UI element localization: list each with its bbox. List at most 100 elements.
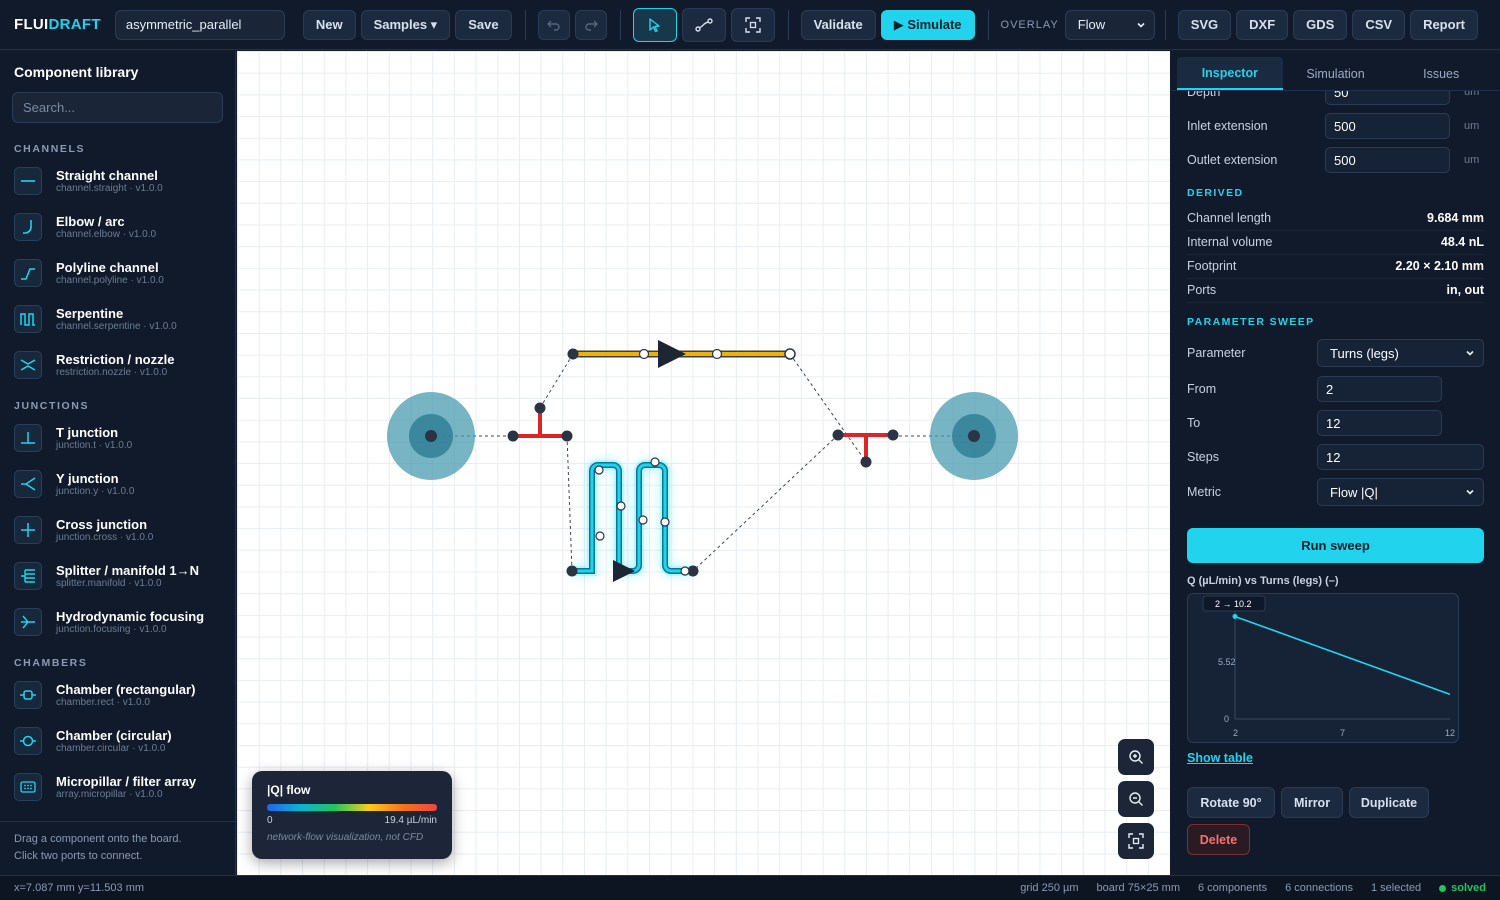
library-item-name: Y junction: [56, 470, 119, 486]
library-item-elbow[interactable]: Elbow / arc channel.elbow · v1.0.0: [14, 213, 156, 241]
export-gds-button[interactable]: GDS: [1293, 9, 1348, 40]
sweep-parameter-select[interactable]: Turns (legs): [1317, 339, 1484, 367]
tab-inspector[interactable]: Inspector: [1177, 57, 1283, 90]
library-item-name: Chamber (circular): [56, 727, 172, 743]
fit-view-tool-button[interactable]: [730, 7, 775, 42]
library-item-manifold[interactable]: Splitter / manifold 1→N splitter.manifold…: [14, 562, 199, 590]
select-value: Flow |Q|: [1330, 484, 1378, 500]
zoom-out-icon: [1129, 792, 1143, 806]
run-sweep-button[interactable]: Run sweep: [1187, 528, 1484, 563]
library-item-cross-junction[interactable]: Cross junction junction.cross · v1.0.0: [14, 516, 153, 544]
fit-view-icon: [1128, 833, 1144, 849]
legend-note: network-flow visualization, not CFD: [267, 832, 424, 843]
select-tool-button[interactable]: [632, 7, 677, 42]
circular-chamber-icon: [14, 727, 42, 755]
x-tick-label: 7: [1340, 728, 1345, 738]
simulate-button[interactable]: ▶ Simulate: [880, 9, 975, 40]
chart-tooltip: 2 → 10.2: [1215, 599, 1252, 609]
divider: [787, 9, 789, 40]
derived-heading: DERIVED: [1187, 187, 1244, 199]
fit-view-button[interactable]: [1118, 823, 1154, 859]
straight-channel[interactable]: [567, 340, 796, 368]
export-svg-button[interactable]: SVG: [1177, 9, 1232, 40]
library-item-nozzle[interactable]: Restriction / nozzle restriction.nozzle ·…: [14, 351, 174, 379]
t-junction-right[interactable]: [832, 429, 899, 468]
cross-junction-icon: [14, 516, 42, 544]
library-item-polyline[interactable]: Polyline channel channel.polyline · v1.0.…: [14, 259, 164, 287]
section-channels: CHANNELS: [14, 143, 86, 155]
library-item-micropillar[interactable]: Micropillar / filter array array.micropil…: [14, 773, 196, 801]
polyline-icon: [14, 259, 42, 287]
t-junction-left[interactable]: [507, 402, 573, 442]
library-item-circular-chamber[interactable]: Chamber (circular) chamber.circular · v1.…: [14, 727, 172, 755]
library-item-id: array.micropillar · v1.0.0: [56, 788, 163, 800]
sweep-to-input[interactable]: 12: [1317, 410, 1442, 436]
sweep-metric-select[interactable]: Flow |Q|: [1317, 478, 1484, 506]
library-search-input[interactable]: Search...: [12, 92, 223, 123]
library-item-t-junction[interactable]: T junction junction.t · v1.0.0: [14, 424, 132, 452]
inlet-port[interactable]: [387, 392, 475, 480]
library-item-straight-channel[interactable]: Straight channel channel.straight · v1.0.…: [14, 167, 163, 195]
zoom-out-button[interactable]: [1118, 781, 1154, 817]
library-item-focusing[interactable]: Hydrodynamic focusing junction.focusing ·…: [14, 608, 204, 636]
inspector-panel: Inspector Simulation Issues Depth 50 um I…: [1171, 51, 1500, 875]
component-count: 6 components: [1197, 882, 1268, 894]
rotate-button[interactable]: Rotate 90°: [1187, 787, 1275, 818]
sweep-from-input[interactable]: 2: [1317, 376, 1442, 402]
undo-button[interactable]: [537, 9, 570, 40]
hint-drag: Drag a component onto the board.: [14, 833, 182, 845]
zoom-in-button[interactable]: [1118, 739, 1154, 775]
derived-label: Footprint: [1187, 259, 1237, 273]
show-table-link[interactable]: Show table: [1187, 751, 1253, 765]
library-hint: Drag a component onto the board. Click t…: [14, 831, 182, 865]
serpentine-channel-selected[interactable]: [566, 457, 699, 582]
cursor-icon: [648, 17, 660, 32]
library-item-id: junction.cross · v1.0.0: [56, 531, 154, 543]
save-button[interactable]: Save: [455, 9, 512, 40]
samples-button[interactable]: Samples ▾: [360, 9, 451, 40]
design-canvas[interactable]: |Q| flow 0 19.4 µL/min network-flow visua…: [237, 51, 1170, 875]
derived-value: 9.684 mm: [1427, 211, 1484, 225]
field-label: From: [1187, 382, 1217, 396]
mirror-button[interactable]: Mirror: [1281, 787, 1343, 818]
validate-button[interactable]: Validate: [800, 9, 876, 40]
app: FLUIDRAFT asymmetric_parallel New Sample…: [0, 0, 1500, 900]
library-item-rect-chamber[interactable]: Chamber (rectangular) chamber.rect · v1.0…: [14, 681, 195, 709]
connection-lines: [431, 353, 974, 572]
status-dot-icon: [1439, 884, 1447, 892]
status-bar: x=7.087 mm y=11.503 mm grid 250 µm board…: [0, 875, 1500, 900]
undo-icon: [546, 20, 560, 31]
cursor-coordinates: x=7.087 mm y=11.503 mm: [14, 882, 145, 894]
export-dxf-button[interactable]: DXF: [1236, 9, 1289, 40]
straight-icon: [14, 167, 42, 195]
delete-button[interactable]: Delete: [1187, 824, 1250, 855]
field-label: Parameter: [1187, 346, 1246, 360]
derived-value: 2.20 × 2.10 mm: [1395, 259, 1484, 273]
export-csv-button[interactable]: CSV: [1352, 9, 1406, 40]
redo-button[interactable]: [574, 9, 607, 40]
y-tick-label: 5.52: [1218, 657, 1236, 667]
library-item-id: splitter.manifold · v1.0.0: [56, 577, 162, 589]
library-item-name: Hydrodynamic focusing: [56, 608, 205, 624]
library-item-y-junction[interactable]: Y junction junction.y · v1.0.0: [14, 470, 134, 498]
tab-issues[interactable]: Issues: [1388, 57, 1494, 90]
board-size: board 75×25 mm: [1096, 882, 1180, 894]
sweep-steps-input[interactable]: 12: [1317, 444, 1484, 470]
derived-label: Channel length: [1187, 211, 1272, 225]
document-name-input[interactable]: asymmetric_parallel: [114, 9, 285, 40]
duplicate-button[interactable]: Duplicate: [1349, 787, 1429, 818]
sweep-point[interactable]: [1232, 613, 1238, 619]
connect-tool-button[interactable]: [681, 7, 726, 42]
overlay-select[interactable]: Flow: [1064, 9, 1155, 40]
outlet-extension-input[interactable]: 500: [1325, 147, 1450, 173]
outlet-port[interactable]: [930, 392, 1018, 480]
inlet-extension-input[interactable]: 500: [1325, 113, 1450, 139]
derived-row: Internal volume 48.4 nL: [1187, 235, 1484, 255]
library-item-serpentine[interactable]: Serpentine channel.serpentine · v1.0.0: [14, 305, 177, 333]
legend-title: |Q| flow: [267, 783, 311, 797]
export-report-button[interactable]: Report: [1410, 9, 1478, 40]
x-tick-label: 2: [1233, 728, 1238, 738]
tab-simulation[interactable]: Simulation: [1283, 57, 1389, 90]
new-button[interactable]: New: [302, 9, 356, 40]
field-outlet-extension: Outlet extension 500 um: [1187, 147, 1484, 173]
